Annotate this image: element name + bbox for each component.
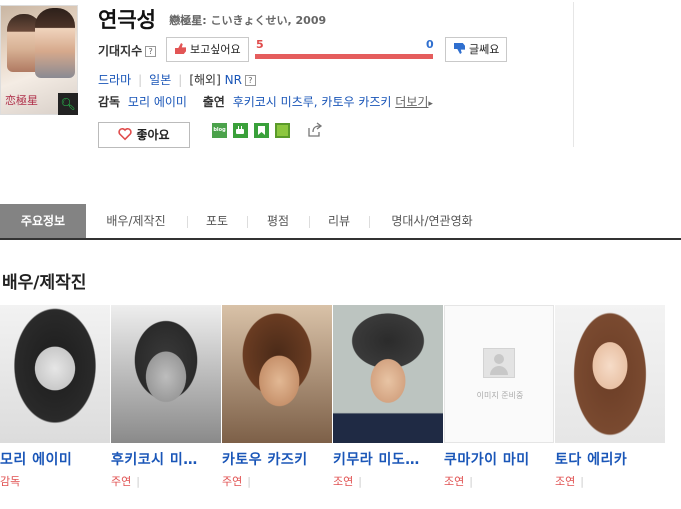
cast-link[interactable]: 후키코시 미츠루, 카토우 카즈키 bbox=[233, 95, 392, 109]
director-label: 감독 bbox=[98, 95, 121, 109]
cast-card[interactable]: 후키코시 미… 주연 | bbox=[111, 305, 221, 489]
person-name[interactable]: 쿠마가이 마미 bbox=[444, 449, 554, 469]
tab-quotes-related[interactable]: 명대사/연관영화 bbox=[372, 204, 492, 238]
not-sure-label: 글쎄요 bbox=[469, 43, 500, 56]
director-link[interactable]: 모리 에이미 bbox=[128, 95, 187, 109]
grade-label: NR bbox=[224, 73, 242, 87]
role-text: 조연 bbox=[333, 475, 354, 488]
person-name[interactable]: 키무라 미도… bbox=[333, 449, 443, 469]
separator: | bbox=[178, 73, 183, 87]
expectation-bar bbox=[255, 54, 433, 59]
movie-meta: 드라마 | 일본 | [해외] NR? bbox=[98, 71, 256, 88]
poster-title-text: 恋極星 bbox=[5, 94, 38, 107]
expectation-help-icon[interactable]: ? bbox=[145, 46, 157, 57]
person-photo[interactable] bbox=[0, 305, 110, 443]
release-year: 2009 bbox=[295, 14, 327, 27]
person-role: 조연 | bbox=[444, 473, 554, 489]
release-info: [해외] bbox=[189, 73, 221, 87]
person-photo[interactable] bbox=[111, 305, 221, 443]
want-to-see-label: 보고싶어요 bbox=[190, 43, 241, 56]
person-role: 조연 | bbox=[333, 473, 443, 489]
tab-review[interactable]: 리뷰 bbox=[312, 204, 366, 238]
person-name[interactable]: 카토우 카즈키 bbox=[222, 449, 332, 469]
movie-original-title: 戀極星: こいきょくせい, 2009 bbox=[169, 14, 327, 27]
role-separator: | bbox=[247, 475, 251, 488]
country-link[interactable]: 일본 bbox=[149, 73, 171, 87]
tab-divider bbox=[309, 216, 310, 228]
person-photo[interactable] bbox=[333, 305, 443, 443]
role-text: 조연 bbox=[444, 475, 465, 488]
person-photo[interactable] bbox=[555, 305, 665, 443]
role-separator: | bbox=[469, 475, 473, 488]
more-cast-link[interactable]: 더보기 bbox=[395, 95, 428, 109]
heart-icon bbox=[118, 127, 133, 141]
tab-rating[interactable]: 평점 bbox=[250, 204, 306, 238]
person-role: 주연 | bbox=[222, 473, 332, 489]
tab-divider bbox=[187, 216, 188, 228]
role-text: 감독 bbox=[0, 475, 21, 488]
thumbs-up-icon bbox=[175, 43, 186, 54]
person-role: 조연 | bbox=[555, 473, 665, 489]
poster-figure-man bbox=[35, 8, 75, 78]
separator: | bbox=[138, 73, 143, 87]
person-name[interactable]: 토다 에리카 bbox=[555, 449, 665, 469]
like-label: 좋아요 bbox=[136, 128, 170, 142]
cast-card[interactable]: 키무라 미도… 조연 | bbox=[333, 305, 443, 489]
person-role: 주연 | bbox=[111, 473, 221, 489]
header-divider bbox=[573, 2, 574, 147]
section-tabs: 주요정보 배우/제작진 포토 평점 리뷰 명대사/연관영화 bbox=[0, 204, 681, 240]
want-to-see-button[interactable]: 보고싶어요 bbox=[166, 37, 249, 62]
tab-cast-crew[interactable]: 배우/제작진 bbox=[88, 204, 184, 238]
tab-divider bbox=[247, 216, 248, 228]
role-separator: | bbox=[136, 475, 140, 488]
person-name[interactable]: 모리 에이미 bbox=[0, 449, 110, 469]
chevron-right-icon: ▸ bbox=[428, 99, 433, 109]
role-text: 조연 bbox=[555, 475, 576, 488]
page-title: 연극성 戀極星: こいきょくせい, 2009 bbox=[98, 4, 326, 34]
role-separator: | bbox=[580, 475, 584, 488]
thumbs-down-icon bbox=[454, 43, 465, 54]
share-cafe-icon[interactable] bbox=[233, 123, 248, 138]
cast-card[interactable]: 토다 에리카 조연 | bbox=[555, 305, 665, 489]
role-text: 주연 bbox=[222, 475, 243, 488]
section-title: 배우/제작진 bbox=[2, 273, 87, 293]
role-separator: | bbox=[358, 475, 362, 488]
dont-count: 0 bbox=[426, 38, 434, 51]
grade-help-icon[interactable]: ? bbox=[244, 75, 256, 86]
no-image-icon bbox=[483, 348, 515, 378]
person-name[interactable]: 후키코시 미… bbox=[111, 449, 221, 469]
expectation-label: 기대지수? bbox=[98, 42, 157, 59]
like-button[interactable]: 좋아요 bbox=[98, 122, 190, 148]
placeholder-text: 이미지 준비중 bbox=[476, 391, 524, 400]
movie-title: 연극성 bbox=[98, 8, 156, 32]
share-blog-icon[interactable]: blog bbox=[212, 123, 227, 138]
share-external-icon[interactable] bbox=[306, 121, 324, 139]
cast-card[interactable]: 모리 에이미 감독 bbox=[0, 305, 110, 489]
want-count: 5 bbox=[256, 38, 264, 51]
tab-photo[interactable]: 포토 bbox=[190, 204, 244, 238]
tab-main-info[interactable]: 주요정보 bbox=[0, 204, 86, 238]
role-text: 주연 bbox=[111, 475, 132, 488]
cast-label: 출연 bbox=[202, 95, 225, 109]
person-photo[interactable] bbox=[222, 305, 332, 443]
share-bookmark-icon[interactable] bbox=[254, 123, 269, 138]
cast-card[interactable]: 카토우 카즈키 주연 | bbox=[222, 305, 332, 489]
share-memo-icon[interactable] bbox=[275, 123, 290, 138]
expectation-label-text: 기대지수 bbox=[98, 44, 143, 58]
zoom-poster-icon[interactable]: 🔍︎ bbox=[58, 93, 78, 115]
original-title-text: 戀極星: こいきょくせい bbox=[169, 14, 288, 27]
not-sure-button[interactable]: 글쎄요 bbox=[445, 37, 508, 62]
genre-link[interactable]: 드라마 bbox=[98, 73, 131, 87]
person-role: 감독 bbox=[0, 473, 110, 489]
person-photo-placeholder[interactable]: 이미지 준비중 bbox=[444, 305, 554, 443]
cast-card[interactable]: 이미지 준비중 쿠마가이 마미 조연 | bbox=[444, 305, 554, 489]
credits-row: 감독 모리 에이미 출연 후키코시 미츠루, 카토우 카즈키 더보기▸ bbox=[98, 93, 433, 110]
tab-divider bbox=[369, 216, 370, 228]
